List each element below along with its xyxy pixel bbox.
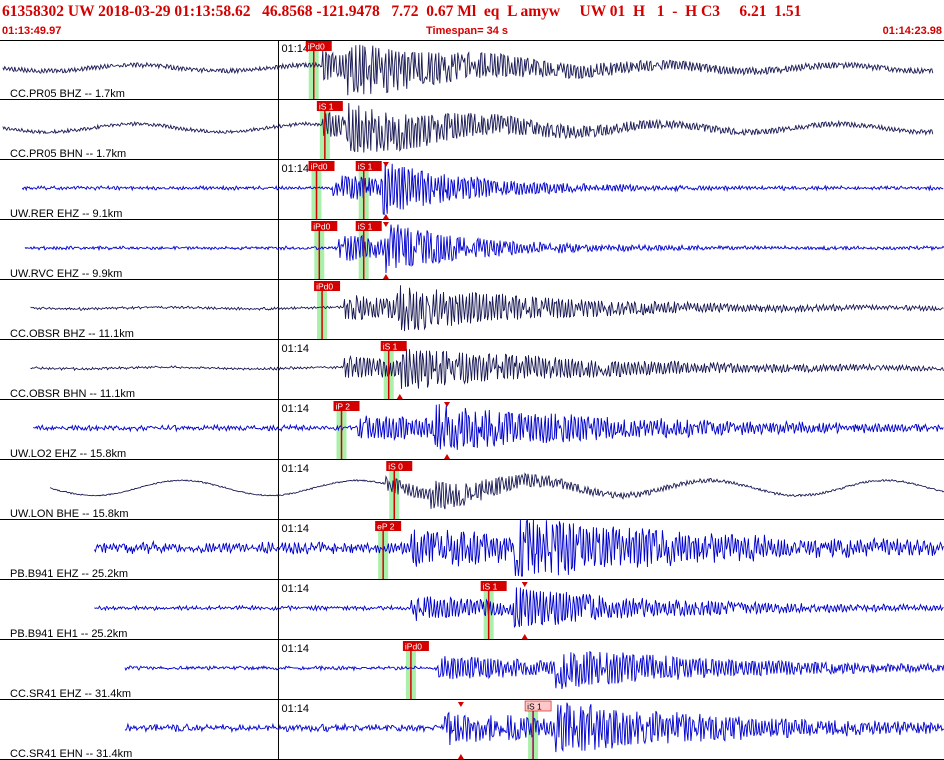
- minute-marker-label: 01:14: [281, 43, 309, 55]
- arrival-marker-bottom: [382, 274, 389, 279]
- trace-panel[interactable]: iPd0 CC.OBSR BHZ -- 11.1km: [0, 280, 944, 340]
- waveform-trace: [30, 285, 944, 332]
- trace-panel[interactable]: 01:14 eP 2 PB.B941 EHZ -- 25.2km: [0, 518, 944, 580]
- pick-flag-label: iPd0: [308, 42, 325, 52]
- station-label: UW.LON BHE -- 15.8km: [10, 508, 129, 520]
- minute-marker-label: 01:14: [281, 403, 309, 415]
- waveform-trace: [24, 224, 944, 274]
- waveform-trace: [49, 472, 944, 510]
- waveform-trace: [94, 587, 944, 629]
- window-end-time: 01:14:23.98: [882, 25, 942, 37]
- pick-flag-label: eP 2: [377, 522, 395, 532]
- pick-flag-label: iS 1: [383, 342, 398, 352]
- minute-marker-label: 01:14: [281, 523, 309, 535]
- arrival-marker-bottom: [521, 634, 528, 639]
- waveform-trace: [33, 404, 944, 450]
- waveform-trace: [2, 102, 934, 153]
- minute-marker-label: 01:14: [281, 343, 309, 355]
- waveform-trace: [2, 44, 934, 96]
- waveform-trace: [21, 162, 944, 216]
- station-label: UW.RVC EHZ -- 9.9km: [10, 268, 122, 280]
- event-header: 61358302 UW 2018-03-29 01:13:58.62 46.85…: [0, 0, 944, 40]
- minute-marker-label: 01:14: [281, 643, 309, 655]
- trace-panel[interactable]: 01:14 iPd0 iS 1 UW.RER EHZ -- 9.1km: [0, 160, 944, 220]
- waveform-trace: [124, 650, 944, 690]
- minute-marker-label: 01:14: [281, 703, 309, 715]
- pick-flag-label: iS 1: [527, 702, 542, 712]
- arrival-marker-top: [521, 582, 528, 587]
- trace-panel[interactable]: 01:14 iS 1 CC.SR41 EHN -- 31.4km: [0, 700, 944, 760]
- timespan-label: Timespan= 34 s: [426, 25, 509, 37]
- pick-flag-label: iS 1: [483, 582, 498, 592]
- event-summary-title: 61358302 UW 2018-03-29 01:13:58.62 46.85…: [2, 3, 802, 20]
- pick-flag-label: iS 0: [388, 462, 403, 472]
- station-label: UW.LO2 EHZ -- 15.8km: [10, 448, 126, 460]
- pick-flag-label: iS 1: [358, 162, 373, 172]
- minute-marker-label: 01:14: [281, 163, 309, 175]
- trace-panel[interactable]: 01:14 iP 2 UW.LO2 EHZ -- 15.8km: [0, 400, 944, 460]
- arrival-marker-bottom: [396, 394, 403, 399]
- minute-marker-label: 01:14: [281, 583, 309, 595]
- trace-panel[interactable]: iS 1 CC.PR05 BHN -- 1.7km: [0, 100, 944, 160]
- pick-flag-label: iS 1: [358, 222, 373, 232]
- arrival-marker-bottom: [444, 454, 451, 459]
- trace-panel[interactable]: 01:14 iPd0 CC.SR41 EHZ -- 31.4km: [0, 640, 944, 700]
- waveform-trace: [93, 518, 944, 577]
- station-label: PB.B941 EH1 -- 25.2km: [10, 628, 127, 640]
- station-label: CC.PR05 BHN -- 1.7km: [10, 148, 126, 160]
- waveform-trace: [30, 348, 944, 389]
- arrival-marker-bottom: [457, 754, 464, 759]
- arrival-marker-top: [457, 702, 464, 707]
- arrival-marker-top: [444, 402, 451, 407]
- arrival-marker-bottom: [382, 214, 389, 219]
- seismogram-chart[interactable]: 01:14iPd0CC.PR05 BHZ -- 1.7kmiS 1CC.PR05…: [0, 40, 944, 760]
- station-label: CC.SR41 EHN -- 31.4km: [10, 748, 132, 760]
- pick-flag-label: iPd0: [311, 162, 328, 172]
- minute-marker-label: 01:14: [281, 463, 309, 475]
- pick-flag-label: iP 2: [336, 402, 351, 412]
- seismogram-panel-area[interactable]: 01:14 iPd0 CC.PR05 BHZ -- 1.7km iS 1 CC.PR05…: [0, 40, 944, 760]
- pick-flag-label: iS 1: [319, 102, 334, 112]
- trace-panel[interactable]: 01:14iPd0 CC.PR05 BHZ -- 1.7km: [0, 40, 944, 100]
- arrival-marker-top: [382, 162, 389, 167]
- station-label: CC.OBSR BHZ -- 11.1km: [10, 328, 134, 340]
- station-label: UW.RER EHZ -- 9.1km: [10, 208, 122, 220]
- arrival-marker-top: [382, 222, 389, 227]
- trace-panel[interactable]: 01:14 iS 1 CC.OBSR BHN -- 11.1km: [0, 340, 944, 400]
- station-label: CC.OBSR BHN -- 11.1km: [10, 388, 135, 400]
- window-start-time: 01:13:49.97: [2, 25, 62, 37]
- pick-flag-label: iPd0: [405, 642, 422, 652]
- station-label: PB.B941 EHZ -- 25.2km: [10, 568, 128, 580]
- trace-panel[interactable]: 01:14 iS 1 PB.B941 EH1 -- 25.2km: [0, 580, 944, 640]
- trace-panel[interactable]: 01:14 iS 0 UW.LON BHE -- 15.8km: [0, 460, 944, 520]
- station-label: CC.SR41 EHZ -- 31.4km: [10, 688, 131, 700]
- trace-panel[interactable]: iPd0 iS 1 UW.RVC EHZ -- 9.9km: [0, 220, 944, 280]
- pick-flag-label: iPd0: [313, 222, 330, 232]
- pick-flag-label: iPd0: [316, 282, 333, 292]
- station-label: CC.PR05 BHZ -- 1.7km: [10, 88, 125, 100]
